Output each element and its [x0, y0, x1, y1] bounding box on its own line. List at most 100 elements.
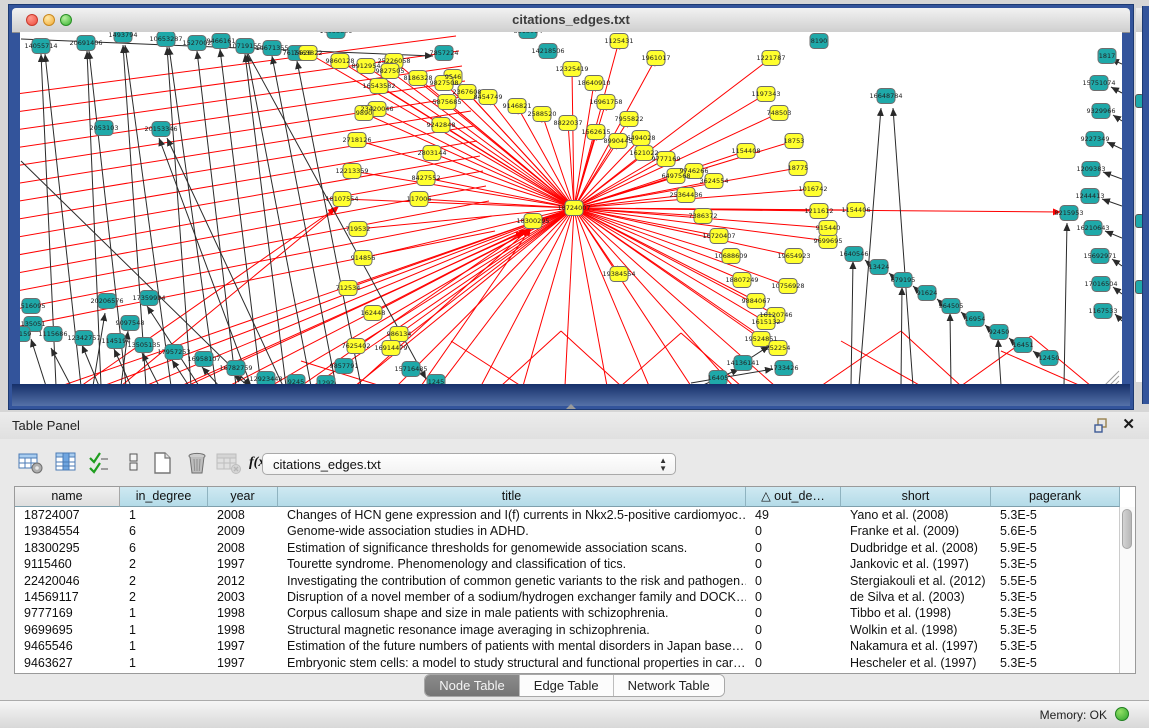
column-header-name[interactable]: name: [15, 487, 120, 507]
edge[interactable]: [167, 47, 191, 386]
edge[interactable]: [893, 108, 913, 386]
edge[interactable]: [421, 228, 531, 386]
graph-node-label: 10688609: [714, 252, 747, 260]
table-cell: 5.3E-5: [991, 507, 1120, 523]
edge[interactable]: [20, 231, 495, 330]
edge[interactable]: [950, 313, 951, 386]
table-row[interactable]: 2242004622012Investigating the contribut…: [15, 573, 1120, 589]
column-visibility-icon[interactable]: [54, 451, 80, 475]
table-row[interactable]: 946362711997Embryonic stem cells: a mode…: [15, 655, 1120, 671]
edge[interactable]: [20, 126, 474, 204]
edge[interactable]: [1107, 142, 1122, 149]
column-header-title[interactable]: title: [278, 487, 746, 507]
edge[interactable]: [1064, 223, 1067, 386]
edge[interactable]: [574, 208, 607, 386]
table-selector-dropdown[interactable]: citations_edges.txt ▲▼: [262, 453, 676, 475]
edge[interactable]: [901, 287, 902, 386]
edge[interactable]: [561, 331, 621, 386]
table-row[interactable]: 911546021997Tourette syndrome. Phenomeno…: [15, 556, 1120, 572]
graph-node-label: 1197343: [752, 90, 781, 98]
edge[interactable]: [1113, 115, 1122, 121]
edge[interactable]: [272, 56, 336, 386]
table-row[interactable]: 1830029562008Estimation of significance …: [15, 540, 1120, 556]
network-canvas[interactable]: 1872400714055714206914061493794106532871…: [20, 32, 1122, 386]
edge[interactable]: [51, 348, 71, 386]
edge[interactable]: [859, 108, 881, 386]
column-header-year[interactable]: year: [208, 487, 278, 507]
edge[interactable]: [21, 161, 251, 386]
rows-icon[interactable]: [122, 451, 148, 475]
table-cell: 1: [120, 507, 208, 523]
table-cell: 1997: [208, 655, 278, 671]
edge[interactable]: [20, 201, 489, 294]
close-panel-icon[interactable]: ✕: [1122, 416, 1135, 433]
tab-node-table[interactable]: Node Table: [425, 675, 520, 696]
select-columns-icon[interactable]: [88, 451, 114, 475]
edge[interactable]: [441, 125, 574, 208]
edge[interactable]: [20, 111, 471, 186]
column-header-indegree[interactable]: in_degree: [120, 487, 208, 507]
edge[interactable]: [355, 208, 574, 386]
window-bottom-frame: [12, 384, 1130, 406]
edge[interactable]: [1102, 199, 1122, 206]
table-cell: Wolkin et al. (1998): [841, 622, 991, 638]
edge[interactable]: [1115, 314, 1122, 321]
edge[interactable]: [31, 339, 46, 386]
column-header-short[interactable]: short: [841, 487, 991, 507]
graph-node-label: 1562615: [582, 128, 611, 136]
table-settings-icon[interactable]: [18, 451, 44, 475]
edge[interactable]: [1111, 87, 1122, 93]
table-row[interactable]: 1872400712008Changes of HCN gene express…: [15, 507, 1120, 523]
memory-indicator[interactable]: [1115, 707, 1129, 721]
edge[interactable]: [172, 360, 189, 386]
table-row[interactable]: 1938455462009Genome-wide association stu…: [15, 523, 1120, 539]
table-scrollbar[interactable]: [1119, 507, 1135, 673]
network-window-titlebar[interactable]: citations_edges.txt: [12, 8, 1130, 33]
edge[interactable]: [1112, 259, 1122, 266]
graph-node-label: 8454749: [474, 93, 503, 101]
edge[interactable]: [377, 109, 574, 208]
table-row[interactable]: 969969511998Structural magnetic resonanc…: [15, 622, 1120, 638]
edge[interactable]: [125, 45, 171, 386]
edge[interactable]: [169, 47, 216, 386]
edge[interactable]: [20, 81, 465, 150]
edge[interactable]: [451, 341, 521, 386]
graph-node-label: 2718126: [343, 136, 372, 144]
new-document-icon[interactable]: [150, 451, 176, 475]
table-cell: 1: [120, 605, 208, 621]
graph-node-label: 92450: [989, 328, 1010, 336]
combo-arrows-icon: ▲▼: [659, 457, 667, 473]
graph-node-label: 16543582: [362, 82, 395, 90]
edge[interactable]: [481, 208, 574, 386]
table-row[interactable]: 977716911998Corpus callosum shape and si…: [15, 605, 1120, 621]
edge[interactable]: [20, 96, 468, 168]
edge[interactable]: [399, 208, 574, 334]
edge[interactable]: [1103, 172, 1122, 179]
split-pane-handle[interactable]: [566, 404, 576, 409]
column-header-outde[interactable]: △ out_de…: [746, 487, 841, 507]
edge[interactable]: [187, 208, 574, 386]
table-row[interactable]: 1456911722003Disruption of a novel membe…: [15, 589, 1120, 605]
trash-icon[interactable]: [184, 451, 210, 475]
edge[interactable]: [998, 339, 1001, 386]
edge[interactable]: [93, 313, 105, 386]
edge[interactable]: [501, 331, 561, 386]
column-header-pagerank[interactable]: pagerank: [991, 487, 1120, 507]
edge[interactable]: [397, 208, 574, 386]
edge[interactable]: [1105, 231, 1122, 238]
edge[interactable]: [20, 171, 483, 258]
table-row[interactable]: 946554611997Estimation of the future num…: [15, 638, 1120, 654]
edge[interactable]: [851, 261, 853, 386]
edge[interactable]: [574, 208, 766, 322]
edge[interactable]: [691, 369, 773, 383]
tab-edge-table[interactable]: Edge Table: [520, 675, 614, 696]
tab-network-table[interactable]: Network Table: [614, 675, 724, 696]
graph-node-label: 1209383: [1077, 165, 1106, 173]
float-panel-icon[interactable]: [1094, 418, 1109, 433]
scrollbar-thumb[interactable]: [1122, 509, 1132, 549]
network-graph[interactable]: 1872400714055714206914061493794106532871…: [20, 32, 1122, 386]
graph-node-label: 9227349: [1081, 135, 1110, 143]
edge[interactable]: [391, 208, 574, 348]
edge[interactable]: [1113, 287, 1122, 294]
edge[interactable]: [20, 141, 477, 222]
